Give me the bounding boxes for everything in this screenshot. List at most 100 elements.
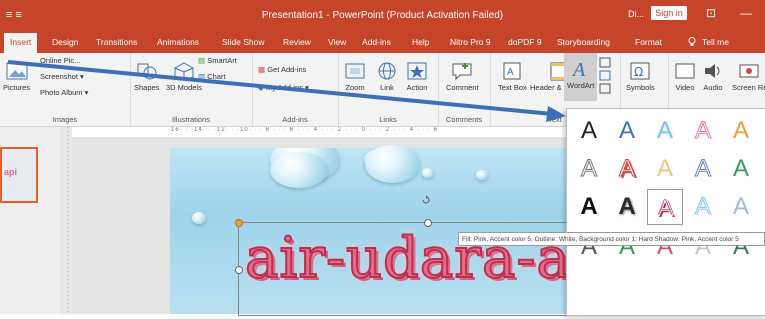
wordart-style-option[interactable]: A <box>571 113 607 149</box>
date-slide-object-icons <box>599 57 611 94</box>
water-drop <box>476 170 488 180</box>
add-ins-group: ▦ Get Add-ins ◆ My Add-ins ▾ Add-ins <box>252 53 339 126</box>
water-drop <box>192 212 206 224</box>
smartart-button[interactable]: ▤ SmartArt <box>198 56 237 65</box>
svg-text:A: A <box>571 59 586 79</box>
photo-album-button[interactable]: Photo Album ▾ <box>40 88 88 97</box>
3d-models-button[interactable]: 3D Models <box>166 61 202 92</box>
tab-insert[interactable]: Insert <box>4 33 38 53</box>
text-box-icon: A <box>503 62 521 80</box>
shapes-button[interactable]: Shapes <box>134 61 159 92</box>
speaker-icon <box>705 64 720 78</box>
wordart-style-option[interactable]: A <box>647 113 683 149</box>
wordart-style-option[interactable]: A <box>685 151 721 187</box>
link-button[interactable]: Link <box>376 61 398 92</box>
wordart-style-option[interactable]: A <box>609 151 645 187</box>
tab-nitro[interactable]: Nitro Pro 9 <box>450 37 491 47</box>
links-group-label: Links <box>379 115 397 124</box>
star-action-icon <box>407 62 427 80</box>
my-add-ins-button[interactable]: ◆ My Add-ins ▾ <box>258 83 309 92</box>
svg-text:A: A <box>507 67 514 78</box>
chart-button[interactable]: ▥ Chart <box>198 72 226 81</box>
slide-thumbnail-pane: api <box>0 127 61 314</box>
ribbon-display-icon[interactable]: ⊡ <box>706 6 716 20</box>
globe-link-icon <box>378 62 396 80</box>
ribbon-tabs: Insert Design Transitions Animations Sli… <box>0 33 765 53</box>
tell-me-search[interactable]: Tell me <box>702 37 729 47</box>
wordart-style-option[interactable]: A <box>723 189 759 225</box>
svg-text:Ω: Ω <box>634 65 643 79</box>
zoom-icon <box>345 63 365 79</box>
tab-format[interactable]: Format <box>635 37 662 47</box>
comment-button[interactable]: Comment <box>446 61 479 92</box>
wordart-style-option[interactable]: A <box>685 189 721 225</box>
screen-recording-icon <box>739 64 758 78</box>
tab-review[interactable]: Review <box>283 37 311 47</box>
video-icon <box>675 63 695 79</box>
online-pictures-button[interactable]: Online Pic... <box>40 56 80 65</box>
rotate-handle[interactable] <box>420 193 432 205</box>
water-drop <box>270 152 328 188</box>
tab-help[interactable]: Help <box>412 37 429 47</box>
audio-button[interactable]: Audio <box>702 61 724 92</box>
tab-storyboarding[interactable]: Storyboarding <box>557 37 610 47</box>
lightbulb-icon <box>688 37 696 49</box>
water-drop <box>365 145 420 183</box>
wordart-style-option[interactable]: A <box>723 113 759 149</box>
images-group: Pictures Online Pic... Screenshot ▾ Phot… <box>0 53 131 126</box>
illustrations-group-label: Illustrations <box>172 115 210 124</box>
tab-slide-show[interactable]: Slide Show <box>222 37 265 47</box>
vertical-ruler-ticks <box>67 127 69 314</box>
tab-dopdf[interactable]: doPDF 9 <box>508 37 542 47</box>
horizontal-ruler: ·16· · ·14· · ·12· · ·10· · · 8 · · · 6 … <box>168 127 439 133</box>
cube-icon <box>174 62 194 81</box>
links-group: Zoom Link Action Links <box>338 53 439 126</box>
pictures-button[interactable]: Pictures <box>3 61 30 92</box>
action-button[interactable]: Action <box>406 61 428 92</box>
wordart-style-option[interactable]: A <box>609 113 645 149</box>
illustrations-group: Shapes 3D Models ▤ SmartArt ▥ Chart Illu… <box>130 53 253 126</box>
slide-thumbnail[interactable]: api <box>0 147 38 203</box>
user-name: Di... <box>628 9 645 19</box>
tab-design[interactable]: Design <box>52 37 78 47</box>
wordart-gallery: A A A A A A A A A A A A A A A A A A A A <box>566 108 765 316</box>
tab-animations[interactable]: Animations <box>157 37 199 47</box>
add-ins-group-label: Add-ins <box>282 115 308 124</box>
pictures-icon <box>6 62 28 80</box>
get-add-ins-button[interactable]: ▦ Get Add-ins <box>258 65 306 74</box>
wordart-button[interactable]: A WordArt <box>564 53 598 101</box>
resize-handle[interactable] <box>235 266 243 274</box>
tab-add-ins[interactable]: Add-ins <box>362 37 391 47</box>
comments-group-label: Comments <box>445 115 483 124</box>
zoom-button[interactable]: Zoom <box>344 61 366 92</box>
wordart-style-option-selected[interactable]: A <box>647 189 683 225</box>
shapes-icon <box>137 63 157 80</box>
omega-icon: Ω <box>630 62 650 80</box>
screen-recording-button[interactable]: Screen Recording <box>732 61 765 92</box>
video-button[interactable]: Video <box>674 61 696 92</box>
title-bar: ≡ ≡ Presentation1 - PowerPoint (Product … <box>0 0 765 33</box>
wordart-style-option[interactable]: A <box>571 189 607 225</box>
wordart-icon: A <box>571 59 586 79</box>
comment-icon <box>452 63 472 81</box>
wordart-style-tooltip: Fill: Pink, Accent color 5; Outline: Whi… <box>458 232 765 246</box>
wordart-style-option[interactable]: A <box>685 113 721 149</box>
sign-in-button[interactable]: Sign in <box>651 6 687 20</box>
wordart-style-option[interactable]: A <box>647 151 683 187</box>
vertical-ruler <box>60 127 72 314</box>
images-group-label: Images <box>52 115 78 124</box>
thumbnail-wordart-preview: api <box>4 167 18 177</box>
symbols-button[interactable]: Ω Symbols <box>626 61 655 92</box>
rotate-icon <box>422 195 430 204</box>
text-box-button[interactable]: A Text Box <box>498 61 527 92</box>
wordart-style-option[interactable]: A <box>723 151 759 187</box>
adjust-handle[interactable] <box>235 219 243 227</box>
text-extra-icons[interactable] <box>598 57 612 99</box>
comments-group: Comment Comments <box>438 53 491 126</box>
wordart-style-option[interactable]: A <box>571 151 607 187</box>
wordart-style-option[interactable]: A <box>609 189 645 225</box>
minimize-button[interactable]: — <box>740 6 752 20</box>
screenshot-button[interactable]: Screenshot ▾ <box>40 72 84 81</box>
tab-transitions[interactable]: Transitions <box>96 37 137 47</box>
tab-view[interactable]: View <box>328 37 346 47</box>
